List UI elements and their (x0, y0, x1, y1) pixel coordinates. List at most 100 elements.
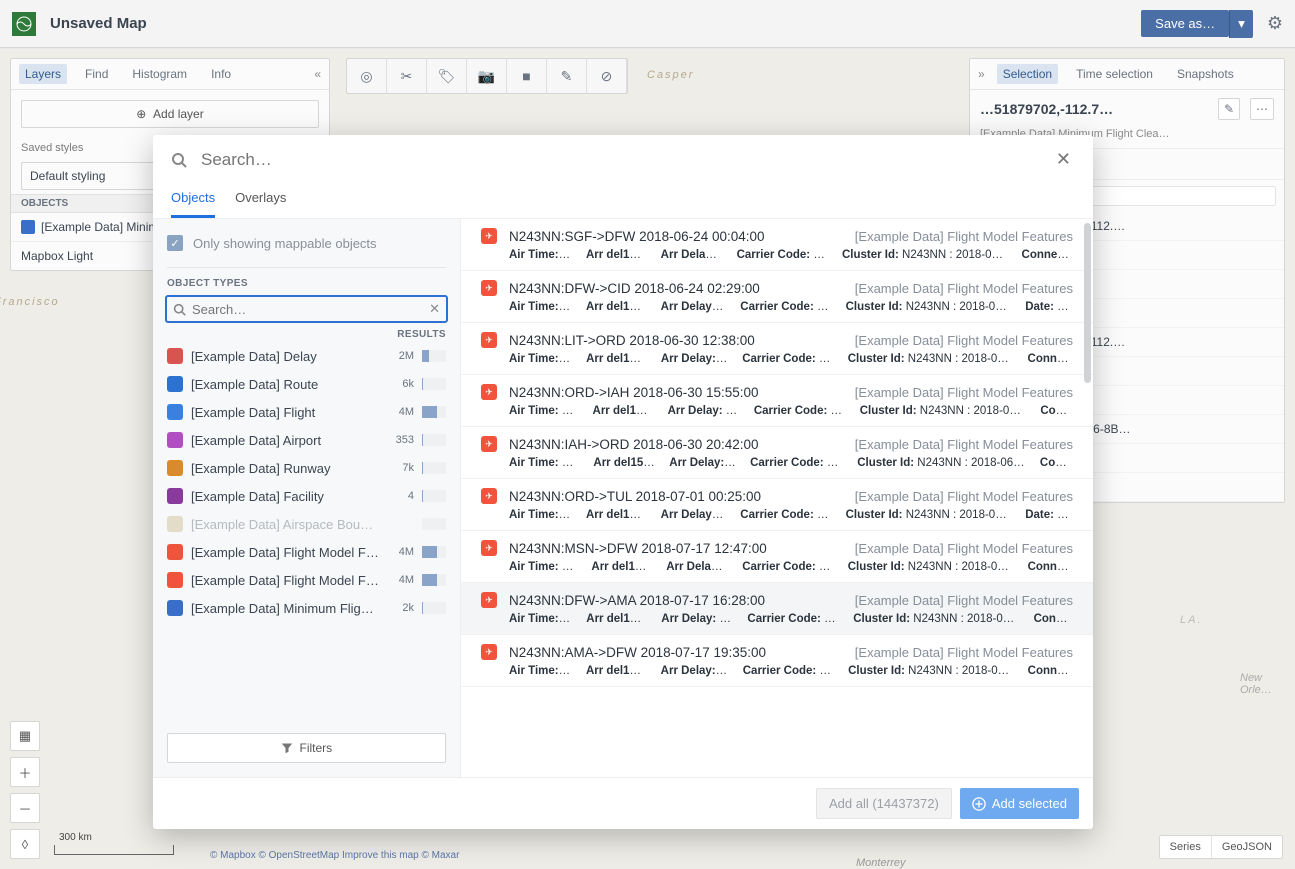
app-logo-icon[interactable] (12, 12, 36, 36)
result-icon: ✈ (481, 540, 497, 556)
result-source: [Example Data] Flight Model Features (855, 333, 1073, 348)
object-type-icon (167, 376, 183, 392)
object-type-icon (167, 572, 183, 588)
object-types-sidebar: ✓ Only showing mappable objects OBJECT T… (153, 219, 461, 777)
top-bar: Unsaved Map Save as… ▾ ⚙ (0, 0, 1295, 48)
object-type-count: 2k (388, 602, 414, 614)
modal-tab-overlays[interactable]: Overlays (235, 184, 286, 218)
result-source: [Example Data] Flight Model Features (855, 489, 1073, 504)
close-icon[interactable]: ✕ (1052, 149, 1075, 170)
result-source: [Example Data] Flight Model Features (855, 437, 1073, 452)
object-type-item[interactable]: [Example Data] Flight Model Features 4M (163, 538, 450, 566)
result-meta: Air Time: 86 Arr del15: 0 Arr Delay: 11 … (481, 348, 1073, 365)
search-icon (173, 303, 186, 316)
filters-button[interactable]: Filters (167, 733, 446, 763)
result-item[interactable]: ✈ N243NN:DFW->CID 2018-06-24 02:29:00 [E… (461, 271, 1093, 323)
object-types-heading: OBJECT TYPES (153, 278, 460, 295)
result-title: N243NN:ORD->TUL 2018-07-01 00:25:00 (509, 489, 761, 504)
object-type-bar (422, 518, 446, 530)
save-as-button[interactable]: Save as… (1141, 10, 1229, 37)
result-item[interactable]: ✈ N243NN:ORD->IAH 2018-06-30 15:55:00 [E… (461, 375, 1093, 427)
result-meta: Air Time: 81 Arr del15: 0 Arr Delay: -2 … (481, 504, 1073, 521)
add-all-button[interactable]: Add all (14437372) (816, 788, 952, 819)
result-meta: Air Time: 124 Arr del15: 0 Arr Delay: -1… (481, 400, 1073, 417)
object-type-name: [Example Data] Minimum Flight Clea… (191, 601, 380, 616)
result-title: N243NN:IAH->ORD 2018-06-30 20:42:00 (509, 437, 759, 452)
object-type-count: 6k (388, 378, 414, 390)
result-icon: ✈ (481, 592, 497, 608)
result-title: N243NN:DFW->CID 2018-06-24 02:29:00 (509, 281, 760, 296)
result-item[interactable]: ✈ N243NN:AMA->DFW 2018-07-17 19:35:00 [E… (461, 635, 1093, 687)
result-item[interactable]: ✈ N243NN:DFW->AMA 2018-07-17 16:28:00 [E… (461, 583, 1093, 635)
object-type-icon (167, 460, 183, 476)
settings-gear-icon[interactable]: ⚙ (1267, 13, 1283, 34)
object-type-name: [Example Data] Flight Model Features (191, 573, 380, 588)
result-meta: Air Time: 47 Arr del15: 1 Arr Delay: 62 … (481, 660, 1073, 677)
mappable-checkbox[interactable]: ✓ (167, 235, 183, 251)
result-item[interactable]: ✈ N243NN:ORD->TUL 2018-07-01 00:25:00 [E… (461, 479, 1093, 531)
result-meta: Air Time: 47 Arr del15: 0 Arr Delay: -16… (481, 608, 1073, 625)
object-type-item[interactable]: [Example Data] Route 6k (163, 370, 450, 398)
object-type-search[interactable]: ✕ (165, 295, 448, 323)
object-type-item[interactable]: [Example Data] Runway 7k (163, 454, 450, 482)
add-selected-label: Add selected (992, 796, 1067, 811)
result-meta: Air Time: 128 Arr del15: 0 Arr Delay: -2… (481, 452, 1073, 469)
result-icon: ✈ (481, 644, 497, 660)
object-type-item[interactable]: [Example Data] Facility 4 (163, 482, 450, 510)
object-type-item[interactable]: [Example Data] Flight Model Features 4M (163, 566, 450, 594)
add-selected-button[interactable]: Add selected (960, 788, 1079, 819)
mappable-label: Only showing mappable objects (193, 236, 377, 251)
object-type-item[interactable]: [Example Data] Flight 4M (163, 398, 450, 426)
object-type-name: [Example Data] Airspace Boundary (191, 517, 380, 532)
search-icon (171, 152, 187, 168)
result-meta: Air Time: 117 Arr del15: 0 Arr Delay: 1 … (481, 556, 1073, 573)
result-item[interactable]: ✈ N243NN:MSN->DFW 2018-07-17 12:47:00 [E… (461, 531, 1093, 583)
object-type-bar (422, 462, 446, 474)
object-type-name: [Example Data] Airport (191, 433, 380, 448)
object-type-count: 4M (388, 574, 414, 586)
object-type-name: [Example Data] Flight (191, 405, 380, 420)
result-meta: Air Time: 94 Arr del15: 0 Arr Delay: -1 … (481, 296, 1073, 313)
object-type-bar (422, 350, 446, 362)
object-type-item[interactable]: [Example Data] Minimum Flight Clea… 2k (163, 594, 450, 622)
result-source: [Example Data] Flight Model Features (855, 645, 1073, 660)
object-type-name: [Example Data] Runway (191, 461, 380, 476)
result-source: [Example Data] Flight Model Features (855, 281, 1073, 296)
result-item[interactable]: ✈ N243NN:IAH->ORD 2018-06-30 20:42:00 [E… (461, 427, 1093, 479)
object-type-bar (422, 602, 446, 614)
result-item[interactable]: ✈ N243NN:LIT->ORD 2018-06-30 12:38:00 [E… (461, 323, 1093, 375)
object-type-icon (167, 432, 183, 448)
object-type-bar (422, 434, 446, 446)
modal-search-input[interactable] (201, 150, 1052, 170)
filters-label: Filters (300, 741, 333, 755)
modal-tab-objects[interactable]: Objects (171, 184, 215, 218)
object-type-name: [Example Data] Delay (191, 349, 380, 364)
result-source: [Example Data] Flight Model Features (855, 385, 1073, 400)
object-type-count: 4M (388, 546, 414, 558)
object-type-icon (167, 404, 183, 420)
save-as-dropdown[interactable]: ▾ (1229, 10, 1253, 38)
object-type-bar (422, 378, 446, 390)
clear-search-icon[interactable]: ✕ (429, 301, 440, 317)
object-type-item[interactable]: [Example Data] Delay 2M (163, 342, 450, 370)
result-item[interactable]: ✈ N243NN:SGF->DFW 2018-06-24 00:04:00 [E… (461, 219, 1093, 271)
object-type-icon (167, 544, 183, 560)
page-title: Unsaved Map (50, 15, 147, 32)
result-icon: ✈ (481, 332, 497, 348)
result-source: [Example Data] Flight Model Features (855, 229, 1073, 244)
object-type-icon (167, 488, 183, 504)
result-title: N243NN:SGF->DFW 2018-06-24 00:04:00 (509, 229, 765, 244)
object-type-count: 353 (388, 434, 414, 446)
result-title: N243NN:MSN->DFW 2018-07-17 12:47:00 (509, 541, 767, 556)
object-type-count: 7k (388, 462, 414, 474)
object-type-icon (167, 600, 183, 616)
object-type-item[interactable]: [Example Data] Airport 353 (163, 426, 450, 454)
object-type-bar (422, 406, 446, 418)
scrollbar-thumb[interactable] (1084, 223, 1091, 383)
result-icon: ✈ (481, 436, 497, 452)
object-type-search-input[interactable] (192, 302, 429, 317)
object-type-name: [Example Data] Facility (191, 489, 380, 504)
result-title: N243NN:DFW->AMA 2018-07-17 16:28:00 (509, 593, 765, 608)
result-icon: ✈ (481, 488, 497, 504)
result-icon: ✈ (481, 384, 497, 400)
